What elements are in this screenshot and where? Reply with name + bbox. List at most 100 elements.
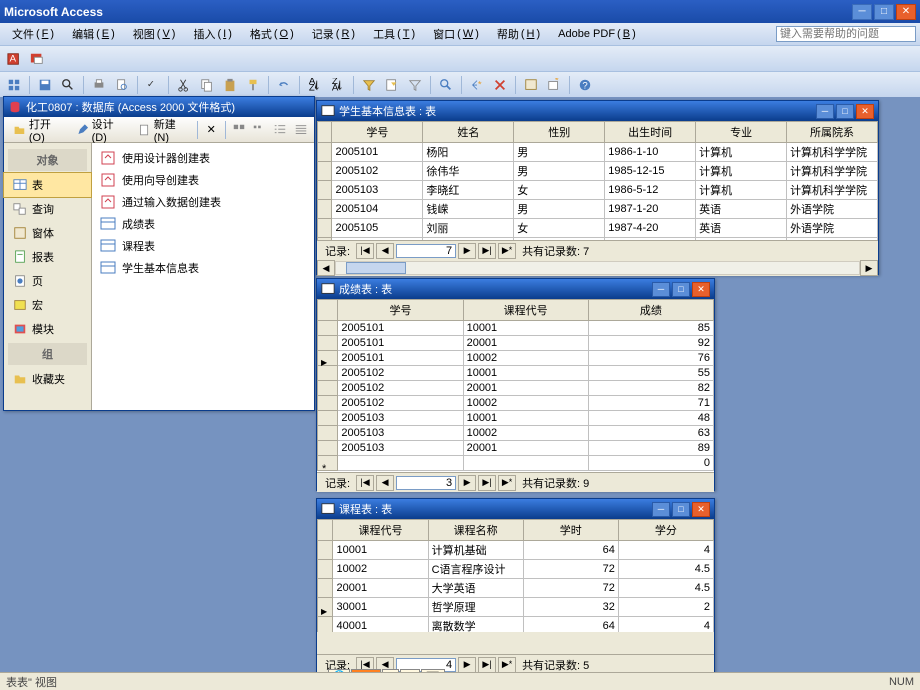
nav-new-button[interactable]: ▶*: [498, 243, 516, 259]
sidebar-item-pages[interactable]: 页: [4, 269, 91, 293]
apply-filter-icon[interactable]: [405, 75, 425, 95]
table-cell[interactable]: 男: [514, 200, 605, 219]
list-view-icon[interactable]: [271, 120, 290, 140]
menu-adobe-pdf[interactable]: Adobe PDF(B): [550, 26, 644, 42]
help-icon[interactable]: ?: [575, 75, 595, 95]
close-button[interactable]: ✕: [856, 104, 874, 119]
table-cell[interactable]: 4: [618, 617, 713, 633]
find-icon[interactable]: [436, 75, 456, 95]
table-cell[interactable]: 92: [588, 336, 713, 351]
table-cell[interactable]: 2005102: [338, 381, 463, 396]
table-cell[interactable]: 2005102: [338, 396, 463, 411]
delete-record-icon[interactable]: [490, 75, 510, 95]
column-header[interactable]: 学时: [523, 520, 618, 541]
table-row[interactable]: 20051012000192: [318, 336, 714, 351]
table-cell[interactable]: [338, 456, 463, 471]
table-cell[interactable]: 刘丽: [423, 219, 514, 238]
column-header[interactable]: 课程代号: [333, 520, 428, 541]
table-row[interactable]: 20051031000263: [318, 426, 714, 441]
table-cell[interactable]: 男: [514, 162, 605, 181]
course-title-bar[interactable]: 课程表 : 表 ─ □ ✕: [317, 499, 714, 519]
filter-form-icon[interactable]: [382, 75, 402, 95]
save-icon[interactable]: [35, 75, 55, 95]
table-cell[interactable]: 外语学院: [787, 200, 878, 219]
table-cell[interactable]: 杨阳: [423, 143, 514, 162]
nav-last-button[interactable]: ▶|: [478, 243, 496, 259]
table-cell[interactable]: 2005103: [338, 411, 463, 426]
table-cell[interactable]: 82: [588, 381, 713, 396]
menu-tools[interactable]: 工具(T): [365, 24, 423, 44]
nav-new-button[interactable]: ▶*: [498, 475, 516, 491]
maximize-button[interactable]: □: [874, 4, 894, 20]
scroll-right-button[interactable]: ▶: [860, 260, 878, 276]
nav-new-button[interactable]: ▶*: [498, 657, 516, 673]
table-cell[interactable]: 40001: [333, 617, 428, 633]
table-cell[interactable]: 2005101: [338, 351, 463, 366]
score-datasheet[interactable]: 学号课程代号成绩20051011000185200510120001922005…: [317, 299, 714, 472]
column-header[interactable]: 专业: [696, 122, 787, 143]
table-cell[interactable]: 男: [514, 143, 605, 162]
table-row[interactable]: 2005104钱嵘男1987-1-20英语外语学院: [318, 200, 878, 219]
table-cell[interactable]: 20001: [463, 336, 588, 351]
minimize-button[interactable]: ─: [652, 282, 670, 297]
menu-file[interactable]: 文件(F): [4, 24, 62, 44]
nav-next-button[interactable]: ▶: [458, 657, 476, 673]
table-cell[interactable]: 大学英语: [428, 579, 523, 598]
large-icons-icon[interactable]: [229, 120, 248, 140]
table-cell[interactable]: C语言程序设计: [428, 560, 523, 579]
sidebar-item-macros[interactable]: 宏: [4, 293, 91, 317]
print-icon[interactable]: [89, 75, 109, 95]
filter-selection-icon[interactable]: [359, 75, 379, 95]
list-item[interactable]: 学生基本信息表: [96, 257, 310, 279]
select-all-header[interactable]: [318, 300, 338, 321]
table-row[interactable]: 30001哲学原理322: [318, 598, 714, 617]
sidebar-item-modules[interactable]: 模块: [4, 317, 91, 341]
table-cell[interactable]: 徐伟华: [423, 162, 514, 181]
table-cell[interactable]: 85: [588, 321, 713, 336]
table-cell[interactable]: 4: [618, 541, 713, 560]
undo-icon[interactable]: [274, 75, 294, 95]
table-cell[interactable]: 2005103: [338, 426, 463, 441]
list-item[interactable]: 通过输入数据创建表: [96, 191, 310, 213]
print-preview-icon[interactable]: [112, 75, 132, 95]
table-cell[interactable]: 71: [588, 396, 713, 411]
new-object-icon[interactable]: *: [544, 75, 564, 95]
database-window-icon[interactable]: [521, 75, 541, 95]
table-cell[interactable]: 10002: [463, 351, 588, 366]
nav-first-button[interactable]: |◀: [356, 243, 374, 259]
sidebar-item-favorites[interactable]: 收藏夹: [4, 367, 91, 391]
view-icon[interactable]: [4, 75, 24, 95]
table-cell[interactable]: 4.5: [618, 579, 713, 598]
nav-prev-button[interactable]: ◀: [376, 243, 394, 259]
maximize-button[interactable]: □: [672, 502, 690, 517]
minimize-button[interactable]: ─: [816, 104, 834, 119]
table-cell[interactable]: 计算机科学学院: [787, 143, 878, 162]
column-header[interactable]: 课程代号: [463, 300, 588, 321]
pdf-icon[interactable]: A: [4, 49, 24, 69]
table-cell[interactable]: 4.5: [618, 560, 713, 579]
select-all-header[interactable]: [318, 520, 333, 541]
row-selector[interactable]: [318, 162, 332, 181]
sort-desc-icon[interactable]: ZA: [328, 75, 348, 95]
table-cell[interactable]: 2: [618, 598, 713, 617]
close-button[interactable]: ✕: [896, 4, 916, 20]
table-row[interactable]: 20051011000276: [318, 351, 714, 366]
row-selector[interactable]: [318, 321, 338, 336]
table-cell[interactable]: 32: [523, 598, 618, 617]
table-cell[interactable]: 1987-4-20: [605, 219, 696, 238]
minimize-button[interactable]: ─: [652, 502, 670, 517]
table-cell[interactable]: [463, 456, 588, 471]
db-open-button[interactable]: 打开(O): [8, 113, 69, 147]
table-cell[interactable]: 计算机科学学院: [787, 181, 878, 200]
table-cell[interactable]: 10002: [463, 426, 588, 441]
table-cell[interactable]: 76: [588, 351, 713, 366]
column-header[interactable]: 姓名: [423, 122, 514, 143]
list-item[interactable]: 课程表: [96, 235, 310, 257]
table-cell[interactable]: 48: [588, 411, 713, 426]
table-cell[interactable]: 2005104: [332, 200, 423, 219]
table-row[interactable]: 20051031000148: [318, 411, 714, 426]
column-header[interactable]: 学号: [332, 122, 423, 143]
table-row[interactable]: 20051021000155: [318, 366, 714, 381]
scroll-track[interactable]: [335, 261, 860, 275]
column-header[interactable]: 学号: [338, 300, 463, 321]
